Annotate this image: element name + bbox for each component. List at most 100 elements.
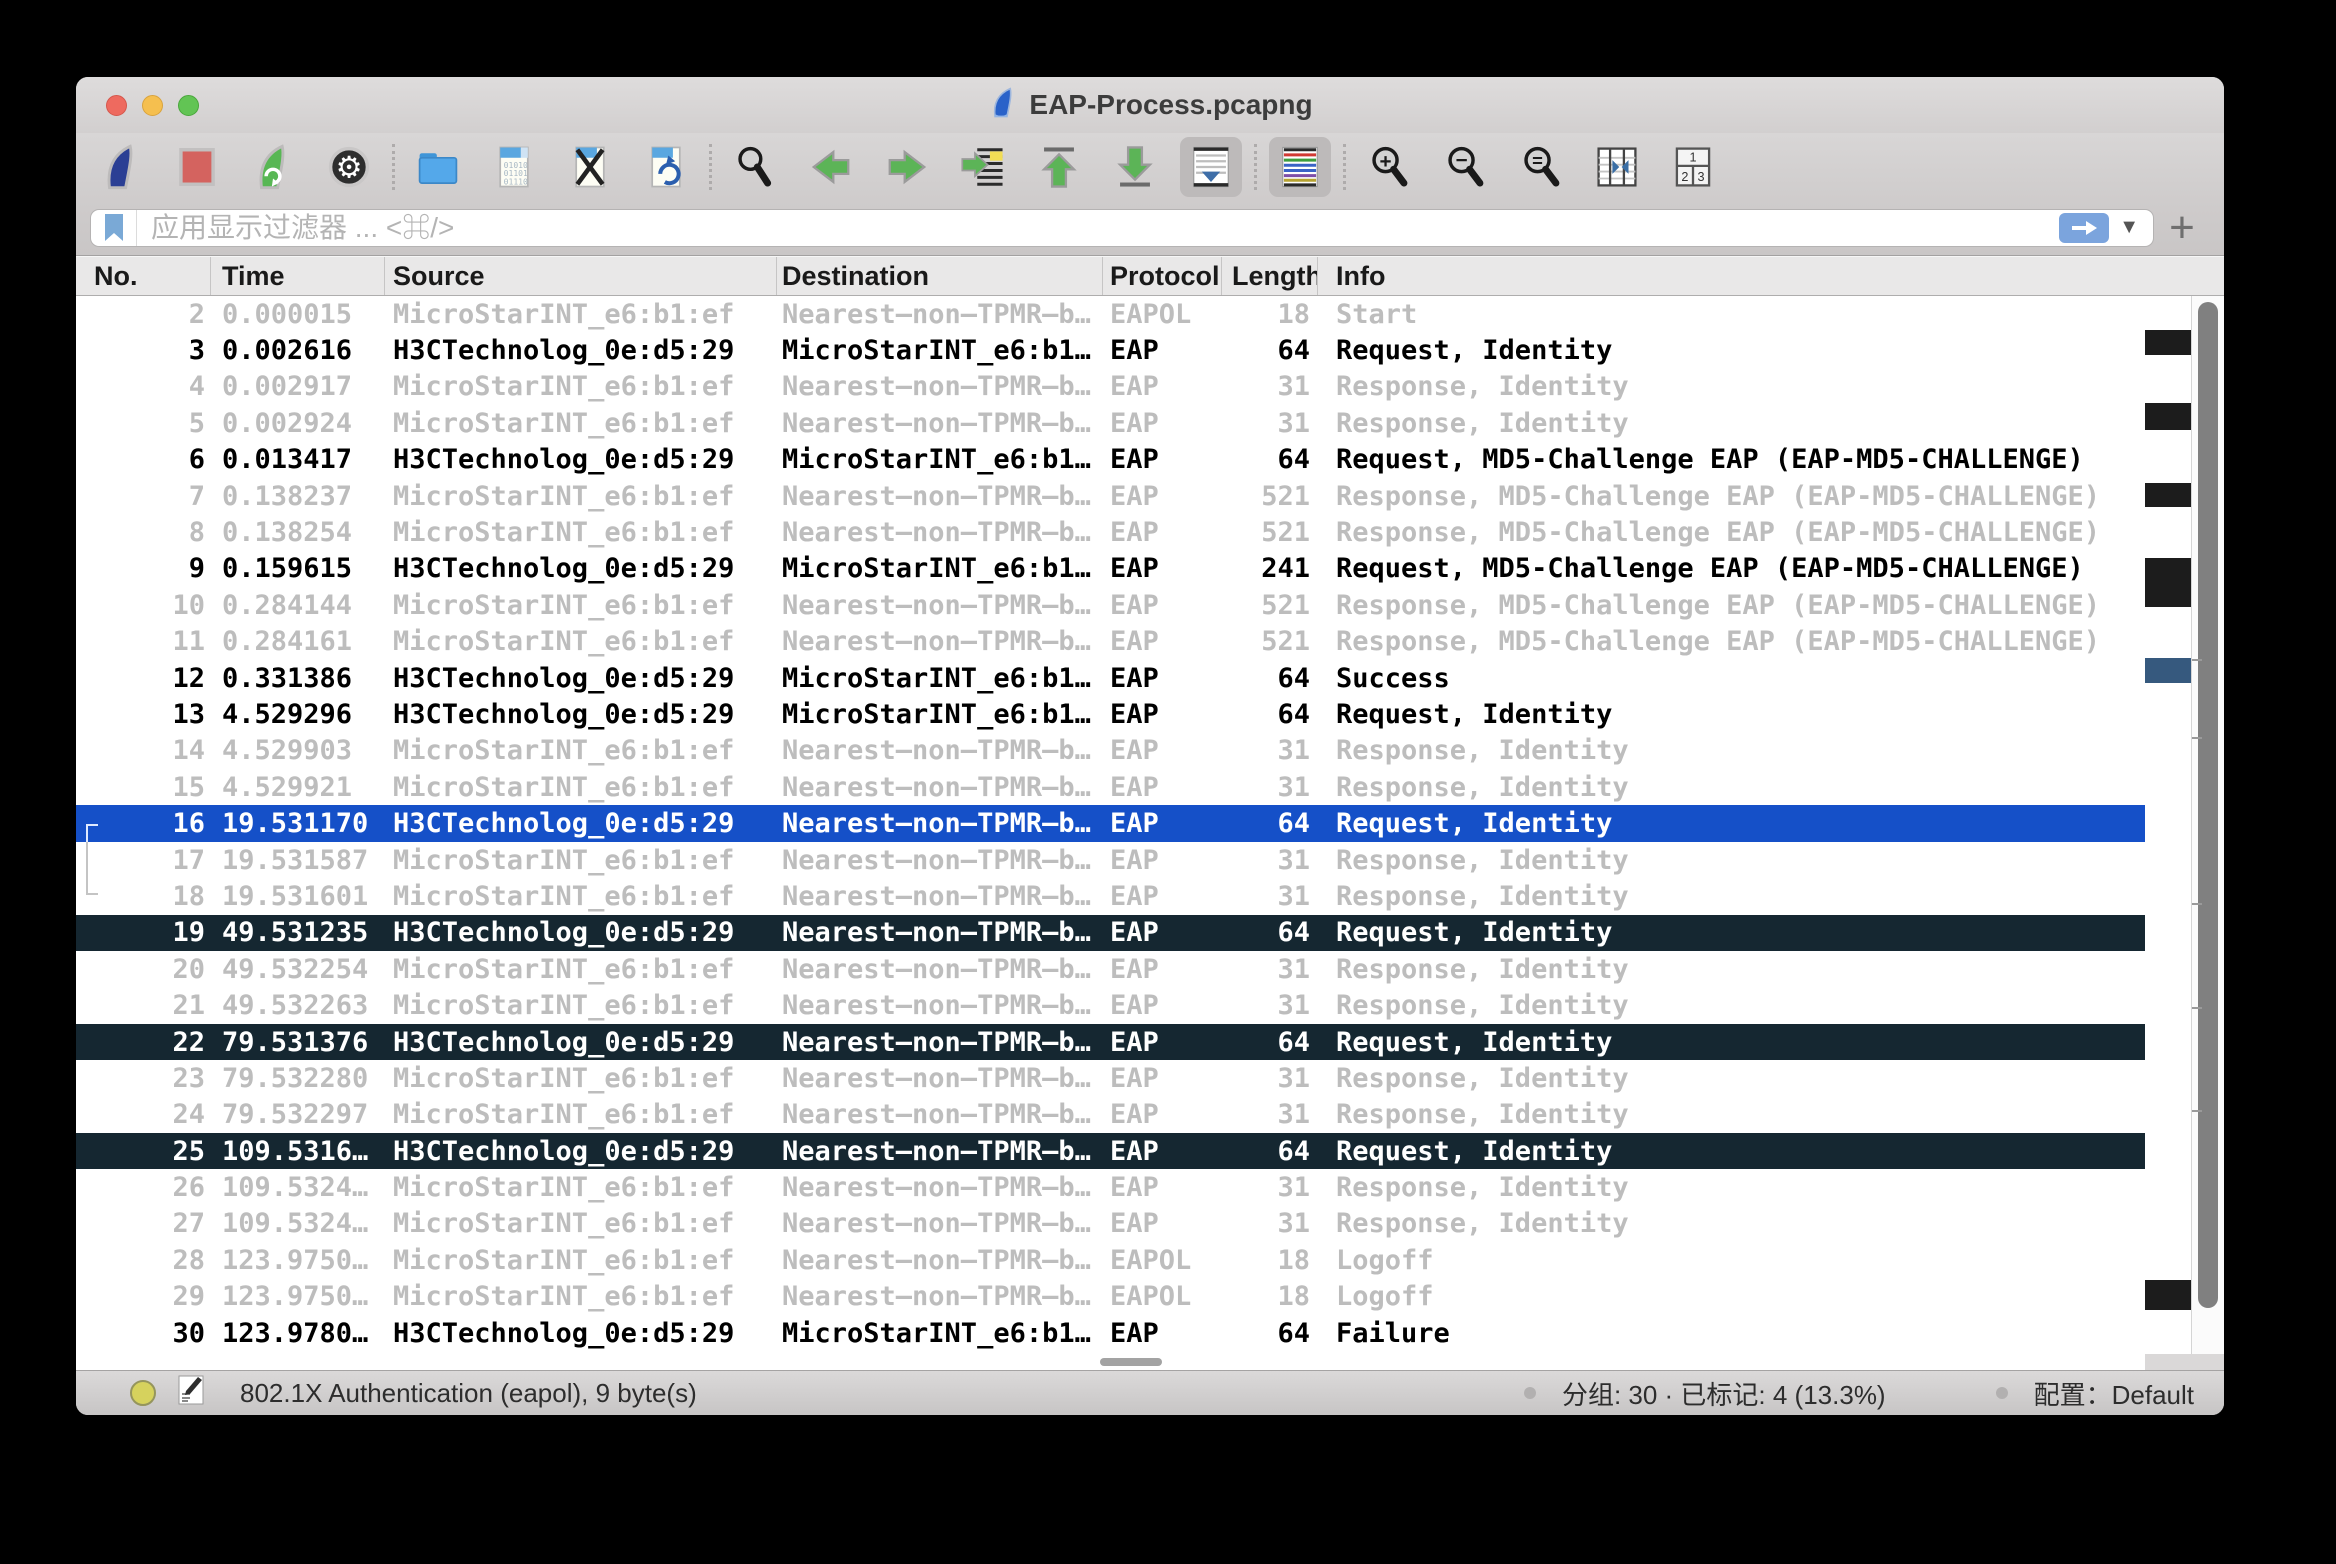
cell-info: Request, Identity [1318, 1136, 2145, 1167]
packet-row[interactable]: 1719.531587MicroStarINT_e6:b1:efNearest–… [76, 842, 2145, 878]
packet-row[interactable]: 40.002917MicroStarINT_e6:b1:efNearest–no… [76, 369, 2145, 405]
cell-source: H3CTechnolog_0e:d5:29 [385, 1318, 777, 1349]
cell-proto: EAP [1103, 1136, 1222, 1167]
packet-row[interactable]: 26109.5324…MicroStarINT_e6:b1:efNearest–… [76, 1169, 2145, 1205]
capture-options-icon[interactable]: ⚙ [318, 137, 380, 197]
find-packet-icon[interactable] [724, 137, 786, 197]
packet-row[interactable]: 30.002616H3CTechnolog_0e:d5:29MicroStarI… [76, 332, 2145, 368]
column-header-time[interactable]: Time [211, 257, 385, 295]
toolbar-separator [1343, 144, 1346, 190]
packet-row[interactable]: 28123.9750…MicroStarINT_e6:b1:efNearest–… [76, 1242, 2145, 1278]
packet-row[interactable]: 2479.532297MicroStarINT_e6:b1:efNearest–… [76, 1097, 2145, 1133]
cell-dest: Nearest–non–TPMR–b… [777, 1063, 1103, 1094]
previous-packet-icon[interactable] [800, 137, 862, 197]
column-header-source[interactable]: Source [385, 257, 777, 295]
cell-proto: EAP [1103, 1027, 1222, 1058]
packet-row[interactable]: 134.529296H3CTechnolog_0e:d5:29MicroStar… [76, 696, 2145, 732]
column-header-length[interactable]: Length [1222, 257, 1318, 295]
layout-icon[interactable]: 123 [1662, 137, 1724, 197]
cell-no: 27 [76, 1208, 211, 1239]
close-button[interactable] [106, 95, 127, 116]
packet-row[interactable]: 154.529921MicroStarINT_e6:b1:efNearest–n… [76, 769, 2145, 805]
cell-len: 521 [1222, 517, 1318, 548]
packet-row[interactable]: 1619.531170H3CTechnolog_0e:d5:29Nearest–… [76, 805, 2145, 841]
cell-dest: Nearest–non–TPMR–b… [777, 299, 1103, 330]
vertical-scrollbar-track[interactable] [2191, 296, 2224, 1354]
profile-label[interactable]: 配置：Default [2034, 1375, 2194, 1412]
apply-filter-button[interactable] [2059, 213, 2109, 243]
column-header-no[interactable]: No. [76, 257, 211, 295]
zoom-original-icon[interactable]: = [1510, 137, 1572, 197]
cell-proto: EAP [1103, 553, 1222, 584]
colorize-packets-icon[interactable] [1269, 137, 1331, 197]
stop-capture-icon[interactable] [166, 137, 228, 197]
packet-row[interactable]: 2049.532254MicroStarINT_e6:b1:efNearest–… [76, 951, 2145, 987]
cell-time: 123.9780… [211, 1318, 385, 1349]
first-packet-icon[interactable] [1028, 137, 1090, 197]
filter-bookmark-icon[interactable] [91, 210, 137, 246]
display-filter-input[interactable] [137, 212, 2059, 244]
auto-scroll-icon[interactable] [1180, 137, 1242, 197]
cell-no: 15 [76, 772, 211, 803]
packet-row[interactable]: 2279.531376H3CTechnolog_0e:d5:29Nearest–… [76, 1024, 2145, 1060]
next-packet-icon[interactable] [876, 137, 938, 197]
reload-file-icon[interactable] [635, 137, 697, 197]
cell-time: 0.000015 [211, 299, 385, 330]
packet-row[interactable]: 30123.9780…H3CTechnolog_0e:d5:29MicroSta… [76, 1315, 2145, 1351]
cell-proto: EAP [1103, 1099, 1222, 1130]
cell-time: 0.002917 [211, 371, 385, 402]
packet-row[interactable]: 1949.531235H3CTechnolog_0e:d5:29Nearest–… [76, 915, 2145, 951]
packet-row[interactable]: 2149.532263MicroStarINT_e6:b1:efNearest–… [76, 987, 2145, 1023]
packet-row[interactable]: 80.138254MicroStarINT_e6:b1:efNearest–no… [76, 514, 2145, 550]
packet-row[interactable]: 90.159615H3CTechnolog_0e:d5:29MicroStarI… [76, 551, 2145, 587]
packet-row[interactable]: 60.013417H3CTechnolog_0e:d5:29MicroStarI… [76, 442, 2145, 478]
cell-proto: EAP [1103, 1318, 1222, 1349]
close-file-icon[interactable] [559, 137, 621, 197]
packet-row[interactable]: 25109.5316…H3CTechnolog_0e:d5:29Nearest–… [76, 1133, 2145, 1169]
packet-row[interactable]: 120.331386H3CTechnolog_0e:d5:29MicroStar… [76, 660, 2145, 696]
zoom-in-icon[interactable]: + [1358, 137, 1420, 197]
cell-dest: MicroStarINT_e6:b1… [777, 663, 1103, 694]
packet-row[interactable]: 20.000015MicroStarINT_e6:b1:efNearest–no… [76, 296, 2145, 332]
packet-row[interactable]: 70.138237MicroStarINT_e6:b1:efNearest–no… [76, 478, 2145, 514]
cell-proto: EAPOL [1103, 1245, 1222, 1276]
horizontal-scrollbar[interactable] [76, 1354, 2224, 1370]
packet-row[interactable]: 110.284161MicroStarINT_e6:b1:efNearest–n… [76, 624, 2145, 660]
display-filter-field[interactable]: ▼ [90, 209, 2154, 247]
zoom-out-icon[interactable]: − [1434, 137, 1496, 197]
minimap-block [2145, 483, 2191, 507]
expert-info-icon[interactable] [130, 1380, 156, 1406]
minimize-button[interactable] [142, 95, 163, 116]
cell-len: 64 [1222, 917, 1318, 948]
cell-len: 31 [1222, 735, 1318, 766]
title-bar[interactable]: EAP-Process.pcapng [76, 77, 2224, 133]
packet-row[interactable]: 27109.5324…MicroStarINT_e6:b1:efNearest–… [76, 1206, 2145, 1242]
open-file-icon[interactable] [407, 137, 469, 197]
packet-row[interactable]: 50.002924MicroStarINT_e6:b1:efNearest–no… [76, 405, 2145, 441]
vertical-scrollbar-thumb[interactable] [2198, 302, 2218, 1308]
column-header-protocol[interactable]: Protocol [1103, 257, 1222, 295]
go-to-packet-icon[interactable] [952, 137, 1014, 197]
add-filter-button[interactable]: + [2154, 209, 2210, 247]
related-packet-bracket [86, 842, 98, 878]
cell-dest: Nearest–non–TPMR–b… [777, 371, 1103, 402]
cell-len: 31 [1222, 1063, 1318, 1094]
packet-row[interactable]: 100.284144MicroStarINT_e6:b1:efNearest–n… [76, 587, 2145, 623]
last-packet-icon[interactable] [1104, 137, 1166, 197]
filter-dropdown-chevron-icon[interactable]: ▼ [2119, 216, 2139, 239]
column-header-destination[interactable]: Destination [777, 257, 1103, 295]
packet-row[interactable]: 1819.531601MicroStarINT_e6:b1:efNearest–… [76, 878, 2145, 914]
resize-columns-icon[interactable] [1586, 137, 1648, 197]
save-file-icon[interactable]: 010100110101110 [483, 137, 545, 197]
restart-capture-icon[interactable] [242, 137, 304, 197]
capture-comment-icon[interactable] [178, 1375, 204, 1412]
packet-row[interactable]: 29123.9750…MicroStarINT_e6:b1:efNearest–… [76, 1279, 2145, 1315]
column-header-info[interactable]: Info [1318, 257, 2145, 295]
packet-row[interactable]: 2379.532280MicroStarINT_e6:b1:efNearest–… [76, 1060, 2145, 1096]
horizontal-scrollbar-thumb[interactable] [1100, 1358, 1162, 1366]
packet-row[interactable]: 144.529903MicroStarINT_e6:b1:efNearest–n… [76, 733, 2145, 769]
cell-info: Logoff [1318, 1245, 2145, 1276]
cell-no: 13 [76, 699, 211, 730]
zoom-button[interactable] [178, 95, 199, 116]
start-capture-icon[interactable] [90, 137, 152, 197]
